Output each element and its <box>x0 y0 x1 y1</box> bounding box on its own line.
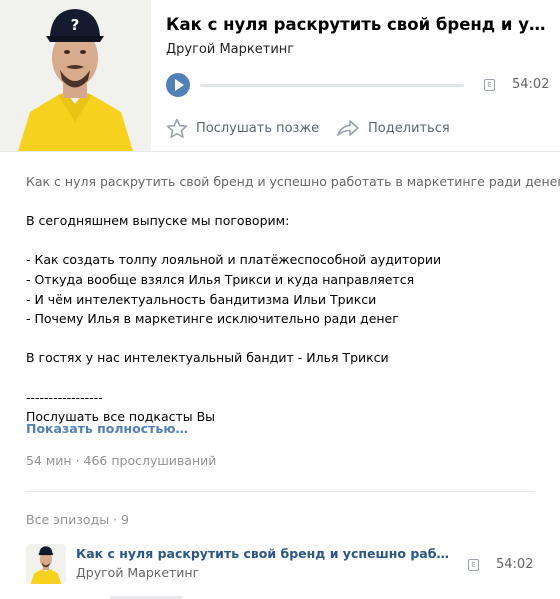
description-line: Как с нуля раскрутить свой бренд и успеш… <box>26 174 560 189</box>
podcast-header: ? Как с нуля раскрутить свой бренд и усп… <box>0 0 560 152</box>
episode-stats: 54 мин · 466 прослушиваний <box>26 453 217 468</box>
episode-thumbnail[interactable] <box>26 544 66 584</box>
progress-bar[interactable] <box>200 84 464 87</box>
share-label: Поделиться <box>368 120 450 136</box>
description-line: - Почему Илья в маркетинге исключительно… <box>26 311 399 327</box>
episode-description: Как с нуля раскрутить свой бренд и успеш… <box>26 172 560 427</box>
episode-thumbnail-image <box>26 544 66 584</box>
listen-later-label: Послушать позже <box>196 121 320 136</box>
all-episodes-header[interactable]: Все эпизоды · 9 <box>26 512 129 527</box>
description-line <box>26 368 536 388</box>
description-line <box>26 329 536 349</box>
listen-later-button[interactable]: Послушать позже <box>166 118 319 139</box>
podcast-artist[interactable]: Другой Маркетинг <box>166 42 294 57</box>
divider <box>26 491 534 492</box>
description-line: ----------------- <box>26 389 103 405</box>
description-line: В сегодняшнем выпуске мы поговорим: <box>26 213 290 229</box>
podcast-cover-image: ? <box>0 0 151 151</box>
description-line: - Как создать толпу лояльной и платёжесп… <box>26 252 442 268</box>
description-line <box>26 231 536 251</box>
share-button[interactable]: Поделиться <box>336 118 450 138</box>
podcast-title: Как с нуля раскрутить свой бренд и успеш… <box>166 15 550 34</box>
explicit-icon: E <box>484 79 495 91</box>
episode-artist[interactable]: Другой Маркетинг <box>76 565 199 580</box>
share-arrow-icon <box>337 120 359 136</box>
description-line: В гостях у нас интелектуальный бандит - … <box>26 350 389 366</box>
description-line: - И чём интелектуальность бандитизма Иль… <box>26 291 377 307</box>
description-line: - Откуда вообще взялся Илья Трикси и куд… <box>26 271 415 287</box>
episode-title-link[interactable]: Как с нуля раскрутить свой бренд и успеш… <box>76 546 450 561</box>
explicit-icon: E <box>468 559 479 571</box>
star-icon <box>166 118 188 138</box>
svg-text:?: ? <box>71 16 80 34</box>
podcast-cover[interactable]: ? <box>0 0 151 151</box>
show-more-link[interactable]: Показать полностью… <box>26 421 188 436</box>
track-duration: 54:02 <box>512 77 550 92</box>
episode-duration: 54:02 <box>496 557 534 572</box>
play-icon[interactable] <box>166 73 190 97</box>
description-line <box>26 192 536 212</box>
